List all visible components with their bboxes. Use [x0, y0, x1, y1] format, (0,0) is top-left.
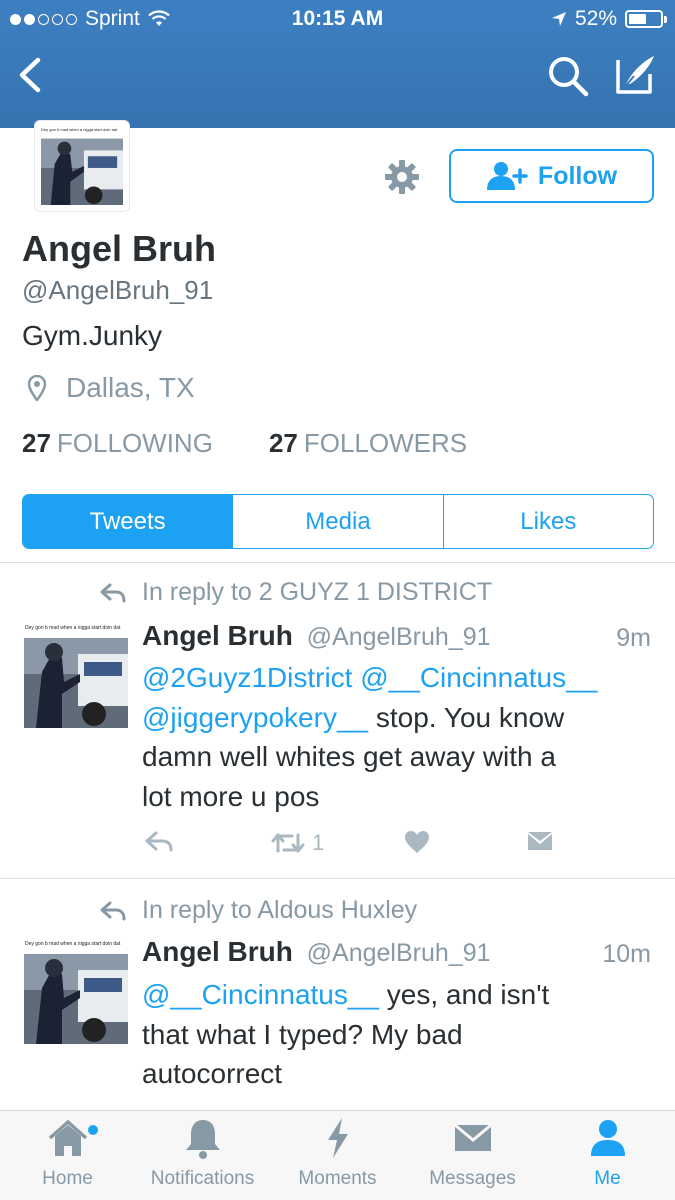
avatar-caption: Dey gon b mad when a nigga start doin da…	[25, 625, 121, 631]
tabbar-label: Messages	[429, 1168, 516, 1189]
tweet-avatar[interactable]: Dey gon b mad when a nigga start doin da…	[24, 940, 128, 1044]
avatar-image	[41, 127, 123, 205]
tweet-text-line: yes, and isn't	[379, 979, 550, 1010]
bottom-tab-bar: Home Notifications Moments Messages Me	[0, 1110, 675, 1200]
tweet-text: @__Cincinnatus__ yes, and isn't that wha…	[142, 975, 652, 1094]
followers-label: FOLLOWERS	[303, 428, 468, 458]
reply-button[interactable]	[144, 830, 174, 852]
reply-arrow-icon	[100, 901, 126, 920]
retweet-count: 1	[312, 830, 325, 855]
reply-context: In reply to Aldous Huxley	[100, 896, 417, 925]
tweet-time: 10m	[602, 940, 651, 968]
status-bar: Sprint 10:15 AM 52%	[0, 0, 675, 38]
tweet-author-handle[interactable]: @AngelBruh_91	[307, 939, 491, 967]
profile-name: Angel Bruh	[22, 228, 216, 269]
tweet-time: 9m	[616, 624, 651, 652]
tweet-actions: 1	[142, 830, 562, 860]
tabbar-label: Home	[42, 1168, 93, 1189]
mention-link[interactable]: @__Cincinnatus__	[360, 662, 597, 693]
tweet-author-name[interactable]: Angel Bruh	[142, 936, 293, 967]
tweet-header: Angel Bruh @AngelBruh_91	[142, 620, 491, 652]
follow-button[interactable]: Follow	[449, 149, 654, 203]
gear-icon[interactable]	[382, 157, 422, 197]
followers-count: 27	[268, 428, 298, 458]
direct-message-button[interactable]	[526, 830, 554, 852]
tabbar-me[interactable]: Me	[540, 1111, 675, 1200]
following-label: FOLLOWING	[56, 428, 213, 458]
tweet-avatar[interactable]: Dey gon b mad when a nigga start doin da…	[24, 624, 128, 728]
avatar-caption: Dey gon b mad when a nigga start doin da…	[25, 941, 121, 947]
heart-icon	[405, 831, 429, 853]
following-count: 27	[22, 428, 51, 458]
tabbar-label: Me	[594, 1168, 621, 1189]
following-stat[interactable]: 27 FOLLOWING	[22, 428, 213, 459]
tab-likes[interactable]: Likes	[444, 495, 653, 548]
retweet-button[interactable]: 1	[270, 830, 324, 856]
tweet-text-line: lot more u pos	[142, 780, 320, 812]
back-icon[interactable]	[12, 52, 52, 98]
home-icon	[48, 1120, 87, 1156]
bell-icon	[185, 1120, 220, 1159]
tabbar-moments[interactable]: Moments	[270, 1111, 405, 1200]
tweet-text-line: that what I typed? My bad	[142, 1018, 463, 1050]
nav-header: Sprint 10:15 AM 52%	[0, 0, 675, 128]
battery-percent: 52%	[574, 7, 617, 30]
battery-icon	[625, 10, 667, 28]
avatar-caption: Dey gon b mad when a nigga start doin da…	[41, 127, 118, 132]
tabbar-home[interactable]: Home	[0, 1111, 135, 1200]
tweet-text-line: damn well whites get away with a	[142, 741, 556, 772]
tweet-text-line: autocorrect	[142, 1058, 283, 1089]
reply-context-text: In reply to Aldous Huxley	[142, 896, 418, 924]
status-right: 52%	[551, 7, 667, 31]
avatar-image	[24, 624, 128, 728]
reply-context: In reply to 2 GUYZ 1 DISTRICT	[100, 578, 492, 607]
like-button[interactable]	[404, 830, 430, 854]
follow-label: Follow	[537, 161, 618, 190]
notification-dot	[88, 1125, 98, 1135]
envelope-icon	[528, 832, 552, 850]
person-icon	[590, 1120, 625, 1156]
mention-link[interactable]: @jiggerypokery__	[142, 702, 368, 733]
search-icon[interactable]	[546, 54, 590, 98]
avatar-image	[24, 940, 128, 1044]
lightning-icon	[327, 1118, 348, 1158]
reply-icon	[145, 831, 173, 852]
tweet-item[interactable]: In reply to Aldous Huxley Dey gon b mad …	[0, 878, 675, 1110]
tab-media[interactable]: Media	[233, 495, 444, 548]
retweet-icon	[271, 833, 305, 853]
profile-bio: Gym.Junky	[22, 320, 163, 351]
reply-arrow-icon	[100, 583, 126, 602]
reply-context-text: In reply to 2 GUYZ 1 DISTRICT	[142, 578, 493, 606]
compose-icon[interactable]	[612, 50, 658, 98]
tabbar-notifications[interactable]: Notifications	[135, 1111, 270, 1200]
tweet-item[interactable]: In reply to 2 GUYZ 1 DISTRICT Dey gon b …	[0, 562, 675, 877]
mention-link[interactable]: @2Guyz1District	[142, 662, 352, 693]
tabbar-messages[interactable]: Messages	[405, 1111, 540, 1200]
mention-link[interactable]: @__Cincinnatus__	[142, 979, 379, 1010]
location-text: Dallas, TX	[66, 372, 195, 403]
profile-tabs: Tweets Media Likes	[22, 494, 654, 549]
profile-location: Dallas, TX	[28, 372, 195, 404]
tabbar-label: Moments	[298, 1168, 377, 1189]
tweet-author-handle[interactable]: @AngelBruh_91	[307, 623, 491, 651]
tweet-text: @2Guyz1District @__Cincinnatus__ @jigger…	[142, 658, 652, 816]
tweet-header: Angel Bruh @AngelBruh_91	[142, 936, 491, 968]
tweet-text-line: stop. You know	[368, 701, 565, 733]
add-user-icon	[486, 162, 528, 190]
followers-stat[interactable]: 27 FOLLOWERS	[269, 428, 467, 459]
envelope-icon	[453, 1123, 492, 1151]
profile-avatar[interactable]: Dey gon b mad when a nigga start doin da…	[34, 120, 130, 212]
profile-handle: @AngelBruh_91	[22, 275, 214, 305]
tabbar-label: Notifications	[150, 1168, 255, 1189]
location-pin-icon	[28, 375, 46, 401]
location-arrow-icon	[551, 12, 566, 26]
profile-stats: 27 FOLLOWING 27 FOLLOWERS	[22, 428, 467, 459]
tweet-author-name[interactable]: Angel Bruh	[142, 620, 293, 651]
tab-tweets[interactable]: Tweets	[23, 495, 234, 548]
